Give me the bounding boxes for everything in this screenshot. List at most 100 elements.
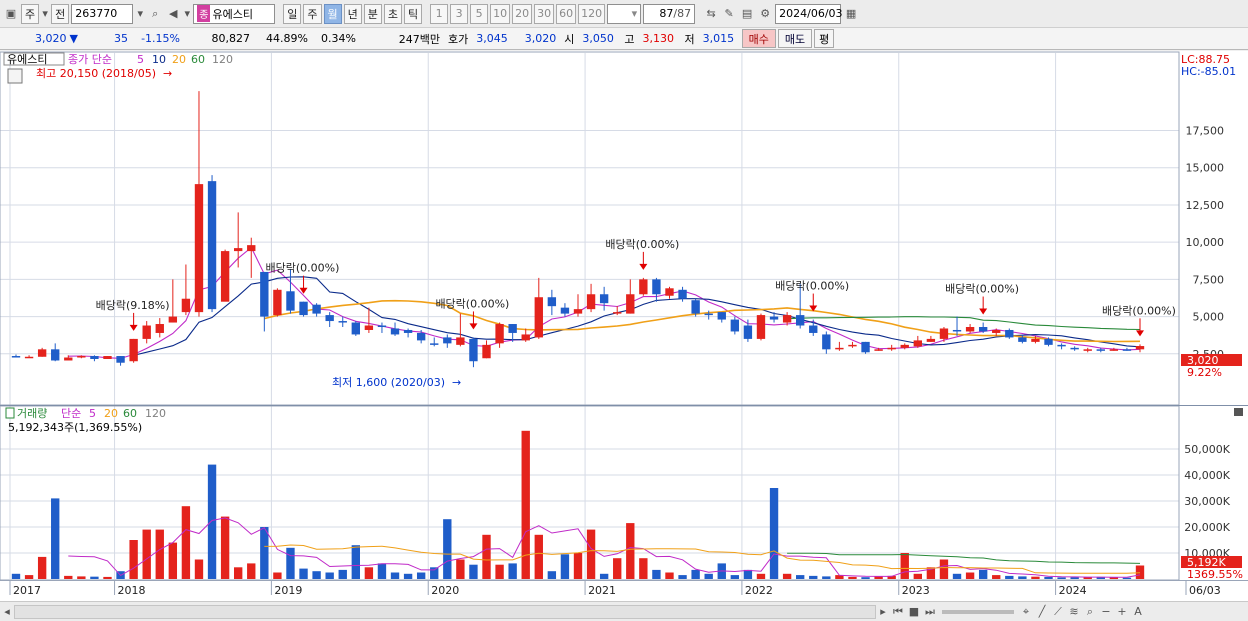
candle-body (260, 271, 269, 317)
interval-1[interactable]: 1 (430, 3, 449, 24)
code-input[interactable]: 263770 (71, 3, 134, 24)
volume-bar (142, 529, 151, 579)
fib-tool-icon[interactable]: ≋ (1066, 603, 1082, 621)
x-tick-label: 2018 (118, 584, 146, 597)
volume-indicator-icon[interactable] (5, 407, 15, 419)
zoom-slider[interactable] (942, 609, 1014, 614)
candle-body (469, 338, 478, 362)
chart-canvas[interactable]: 2,5005,0007,50010,00012,50015,00017,500 … (0, 51, 1248, 601)
volume-bar (1057, 577, 1066, 579)
scroll-right-icon[interactable]: ▸ (876, 603, 890, 621)
count-field[interactable]: 87 /87 (643, 3, 696, 24)
search-icon[interactable]: ⌕ (147, 5, 163, 23)
period-month[interactable]: 월 (323, 3, 342, 24)
volume-bar (978, 569, 988, 579)
chevron-down-icon[interactable]: ▾ (41, 5, 49, 23)
interval-10[interactable]: 10 (490, 3, 511, 24)
main-button[interactable]: 주 (21, 3, 40, 24)
line-tool-icon[interactable]: ╱ (1034, 603, 1050, 621)
dividend-arrow-icon (639, 263, 648, 270)
candle-body (626, 294, 635, 314)
eval-button[interactable]: 평 (814, 29, 835, 48)
stock-name-label[interactable]: 유에스티 (7, 53, 47, 66)
trend-tool-icon[interactable]: ⟋ (1050, 603, 1066, 621)
scroll-left-icon[interactable]: ◂ (0, 603, 14, 621)
horizontal-scrollbar[interactable] (14, 604, 876, 619)
edit-icon[interactable]: ✎ (721, 5, 737, 23)
sell-button[interactable]: 매도 (777, 29, 813, 48)
x-tick-label: 2024 (1059, 584, 1087, 597)
period-year[interactable]: 년 (343, 3, 362, 24)
candle-body (220, 251, 230, 302)
crosshair-icon[interactable]: ⌖ (1018, 603, 1034, 621)
period-week[interactable]: 주 (303, 3, 322, 24)
text-tool-icon[interactable]: A (1130, 603, 1146, 621)
candle-body (1044, 338, 1053, 345)
plus-icon[interactable]: + (1114, 603, 1130, 621)
candle-body (181, 298, 191, 313)
rate1: 44.89% (266, 32, 308, 45)
panel-maximize-icon[interactable] (1234, 408, 1243, 416)
vol-ma20-legend: 20 (104, 407, 118, 420)
period-minute[interactable]: 분 (363, 3, 382, 24)
candle-body (678, 289, 687, 299)
prev-button[interactable]: 전 (51, 3, 70, 24)
volume-bar (443, 519, 452, 579)
stop-icon[interactable]: ■ (906, 603, 922, 621)
minus-icon[interactable]: − (1098, 603, 1114, 621)
period-tick[interactable]: 틱 (404, 3, 423, 24)
table-toggle-icon[interactable] (7, 68, 23, 84)
volume-bar (220, 516, 230, 579)
volume-bar (678, 575, 687, 579)
dropdown-icon[interactable]: ▾ (135, 5, 145, 23)
volume-bar (90, 576, 99, 579)
buy-button[interactable]: 매수 (741, 29, 776, 48)
date-input[interactable]: 2024/06/03 (775, 3, 843, 24)
dividend-label: 배당락(0.00%) (435, 297, 509, 310)
candle-body (1070, 347, 1079, 350)
save-icon[interactable]: ▤ (739, 5, 755, 23)
grid (0, 53, 1179, 579)
calendar-icon[interactable]: ▦ (843, 5, 859, 23)
interval-20[interactable]: 20 (512, 3, 533, 24)
forward-icon[interactable]: ⏭ (922, 603, 938, 621)
rewind-icon[interactable]: ⏮ (890, 603, 906, 621)
volume-bar (168, 542, 178, 579)
link-icon[interactable]: ⇆ (703, 5, 719, 23)
candle-body (939, 328, 949, 339)
interval-30[interactable]: 30 (534, 3, 555, 24)
volume-bar (1122, 577, 1132, 579)
candle-body (456, 337, 465, 345)
custom-interval-select[interactable]: ▾ (607, 3, 642, 24)
period-day[interactable]: 일 (283, 3, 302, 24)
layout-icon[interactable]: ▣ (3, 5, 19, 23)
stock-name-field[interactable]: 종 유에스티 (193, 3, 276, 24)
interval-120[interactable]: 120 (578, 3, 606, 24)
ask1: 3,045 (476, 32, 508, 45)
chevron-down-icon[interactable]: ▾ (183, 5, 191, 23)
volume-bar (626, 523, 635, 579)
candle-body (24, 356, 34, 359)
interval-3[interactable]: 3 (450, 3, 469, 24)
volume-bar (260, 527, 269, 579)
candle-body (430, 343, 439, 345)
candle-body (965, 327, 975, 332)
speaker-icon[interactable]: ◀ (165, 5, 181, 23)
volume-tick-label: 20,000K (1184, 521, 1230, 534)
gear-icon[interactable]: ⚙ (757, 5, 773, 23)
volume-title: 거래량 (17, 407, 47, 420)
x-tick-label: 2017 (13, 584, 41, 597)
zoom-icon[interactable]: ⌕ (1082, 603, 1098, 621)
period-second[interactable]: 초 (383, 3, 402, 24)
volume-value: 80,827 (211, 32, 251, 45)
interval-60[interactable]: 60 (556, 3, 577, 24)
candle-body (364, 325, 374, 330)
candle-body (848, 344, 857, 347)
candle-body (1109, 349, 1119, 351)
volume-bar (560, 554, 570, 579)
candle-body (129, 338, 138, 362)
interval-5[interactable]: 5 (470, 3, 489, 24)
candle-body (168, 316, 178, 323)
ma120-legend: 120 (212, 53, 233, 66)
volume-bar (796, 575, 805, 579)
